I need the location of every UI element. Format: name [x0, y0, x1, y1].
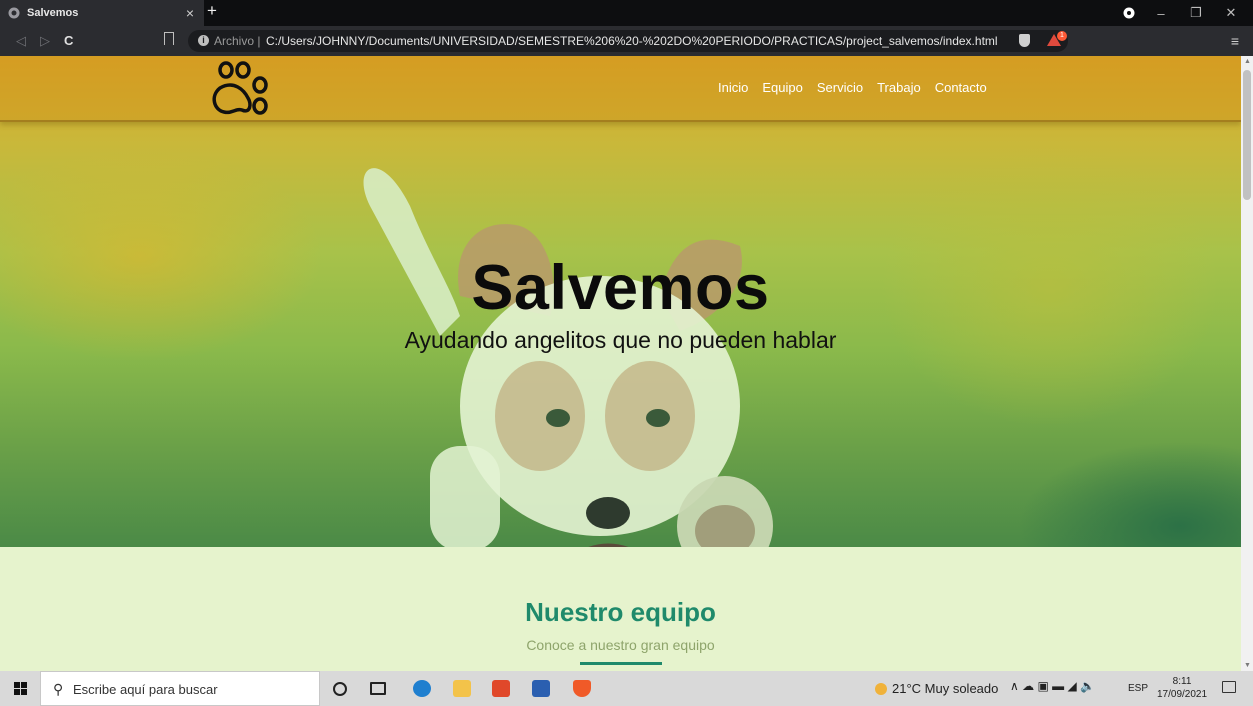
back-icon[interactable]: ◁: [16, 33, 26, 49]
scheme-label: Archivo |: [214, 34, 261, 48]
reload-icon[interactable]: C: [64, 33, 73, 48]
nav-servicio[interactable]: Servicio: [817, 80, 863, 95]
site-nav: Inicio Equipo Servicio Trabajo Contacto: [718, 80, 987, 95]
clock-date: 17/09/2021: [1157, 689, 1208, 700]
task-view-icon[interactable]: [370, 682, 386, 695]
weather-sun-icon: [875, 682, 887, 695]
page-scrollbar[interactable]: ▲ ▼: [1241, 56, 1253, 671]
system-tray-icons[interactable]: ∧ ☁ ▣ ▬ ◢ 🔈: [1010, 679, 1095, 693]
paw-logo-icon[interactable]: [210, 60, 272, 118]
notification-icon[interactable]: [1222, 681, 1236, 693]
hero-subtitle: Ayudando angelitos que no pueden hablar: [404, 327, 837, 353]
scroll-up-icon[interactable]: ▲: [1244, 58, 1251, 65]
clock-time: 8:11: [1172, 676, 1192, 687]
scrollbar-thumb[interactable]: [1243, 70, 1251, 200]
url-text[interactable]: C:/Users/JOHNNY/Documents/UNIVERSIDAD/SE…: [266, 34, 998, 48]
search-placeholder: Escribe aquí para buscar: [73, 682, 218, 697]
windows-icon[interactable]: [14, 682, 27, 695]
nav-trabajo[interactable]: Trabajo: [877, 80, 921, 95]
nav-inicio[interactable]: Inicio: [718, 80, 748, 95]
profile-button[interactable]: [1113, 0, 1145, 26]
brave-shield-icon[interactable]: [1019, 34, 1030, 47]
office-icon[interactable]: [492, 680, 510, 697]
nav-contacto[interactable]: Contacto: [935, 80, 987, 95]
edge-icon[interactable]: [413, 680, 431, 697]
notification-badge: 1: [1057, 31, 1067, 41]
close-window-button[interactable]: ✕: [1215, 0, 1247, 26]
info-icon[interactable]: i: [198, 35, 209, 46]
taskbar-search[interactable]: ⚲ Escribe aquí para buscar: [40, 671, 320, 706]
site-header: Inicio Equipo Servicio Trabajo Contacto: [0, 56, 1241, 122]
forward-icon[interactable]: ▷: [40, 33, 50, 49]
tab-strip: Salvemos × + – ❐ ✕: [0, 0, 1253, 26]
bookmark-icon[interactable]: [164, 32, 174, 45]
team-title: Nuestro equipo: [525, 597, 716, 627]
hero-title: Salvemos: [471, 253, 770, 323]
clock[interactable]: 8:11 17/09/2021: [1157, 675, 1207, 701]
hero-section: Inicio Equipo Servicio Trabajo Contacto …: [0, 56, 1241, 547]
language-indicator[interactable]: ESP: [1128, 683, 1148, 694]
browser-toolbar: ◁ ▷ C i Archivo | C:/Users/JOHNNY/Docume…: [0, 26, 1253, 56]
web-page: Inicio Equipo Servicio Trabajo Contacto …: [0, 56, 1241, 671]
title-divider: [580, 662, 662, 665]
tab-close-button[interactable]: ×: [186, 5, 194, 21]
new-tab-button[interactable]: +: [207, 1, 217, 21]
team-subtitle: Conoce a nuestro gran equipo: [526, 637, 715, 653]
profile-icon: [1123, 7, 1135, 19]
file-explorer-icon[interactable]: [453, 680, 471, 697]
nav-equipo[interactable]: Equipo: [762, 80, 802, 95]
team-section: Nuestro equipo Conoce a nuestro gran equ…: [0, 547, 1241, 671]
tab-title: Salvemos: [27, 7, 79, 19]
cortana-icon[interactable]: [333, 682, 347, 696]
scroll-down-icon[interactable]: ▼: [1244, 662, 1251, 669]
weather-text: 21°C Muy soleado: [892, 681, 999, 696]
browser-menu-icon[interactable]: ≡: [1231, 33, 1239, 49]
tab-salvemos[interactable]: Salvemos ×: [0, 0, 204, 26]
minimize-button[interactable]: –: [1145, 0, 1177, 26]
restore-button[interactable]: ❐: [1180, 0, 1212, 26]
taskbar: ⚲ Escribe aquí para buscar 21°C Muy sole…: [0, 671, 1253, 706]
brave-taskbar-icon[interactable]: [573, 680, 591, 697]
weather-widget[interactable]: 21°C Muy soleado: [875, 681, 998, 696]
brave-icon: [8, 7, 20, 19]
word-icon[interactable]: [532, 680, 550, 697]
address-bar[interactable]: i Archivo | C:/Users/JOHNNY/Documents/UN…: [188, 30, 1068, 52]
search-icon: ⚲: [53, 681, 64, 697]
